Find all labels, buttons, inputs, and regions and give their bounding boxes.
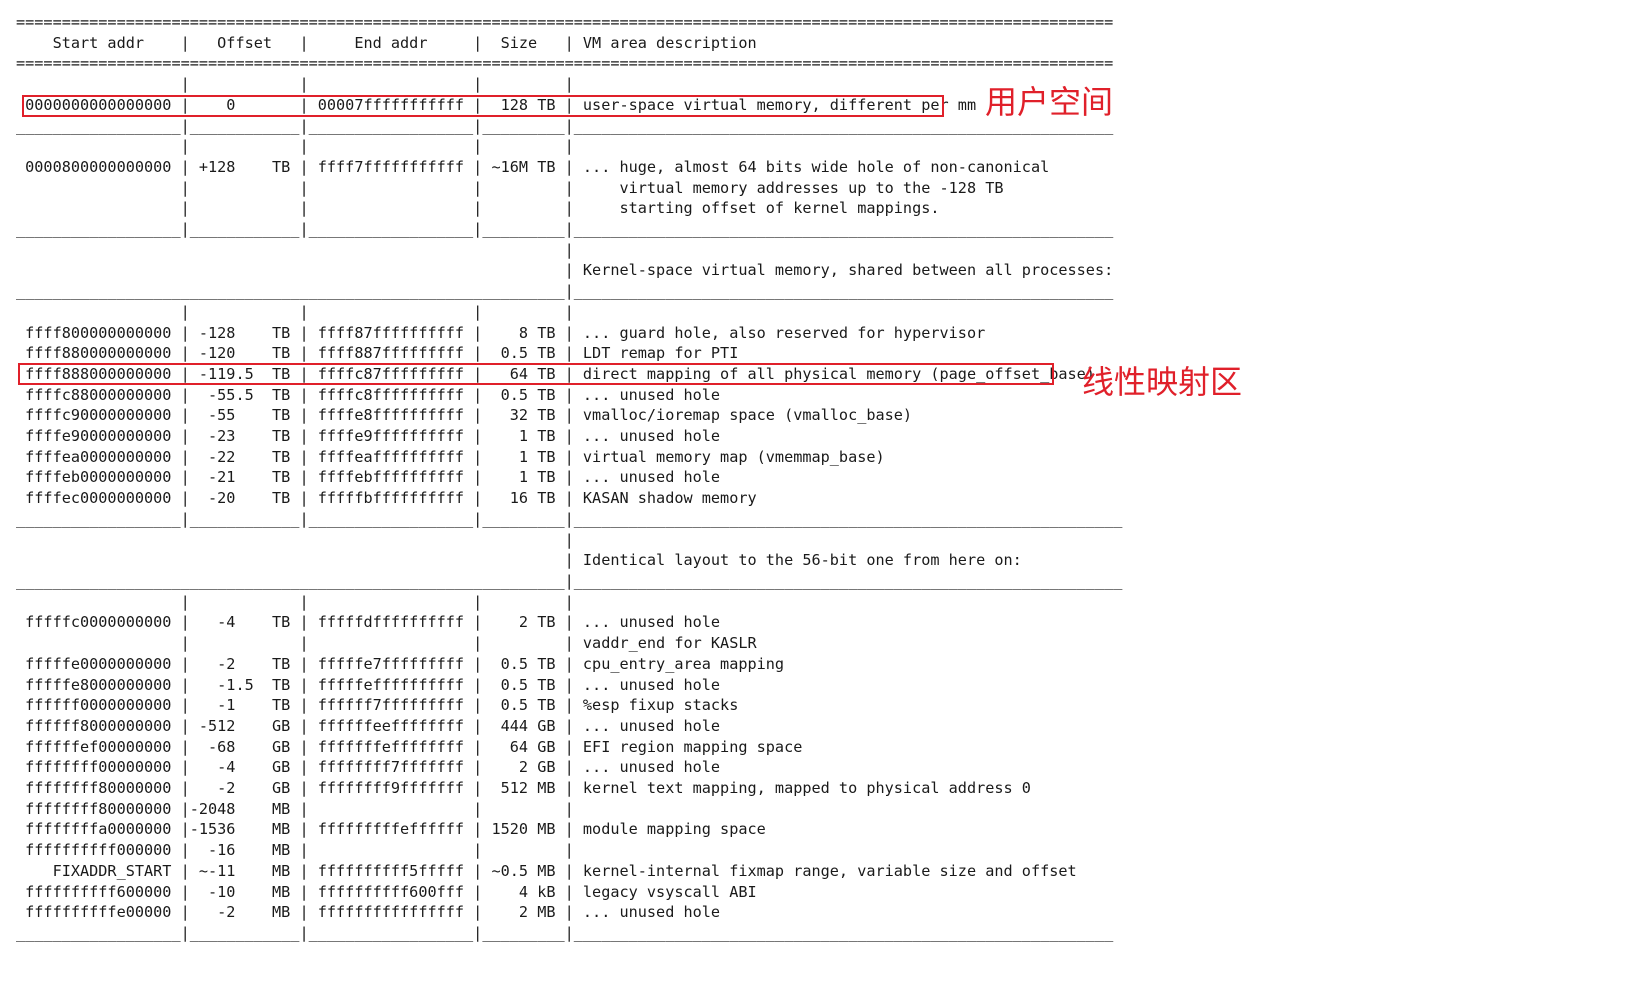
linear-mapping-highlight-box [18, 363, 1054, 385]
user-space-highlight-box [22, 95, 944, 117]
vm-layout-table: ========================================… [16, 13, 1123, 942]
user-space-annotation: 用户空间 [985, 83, 1114, 121]
linear-mapping-annotation: 线性映射区 [1082, 363, 1243, 401]
